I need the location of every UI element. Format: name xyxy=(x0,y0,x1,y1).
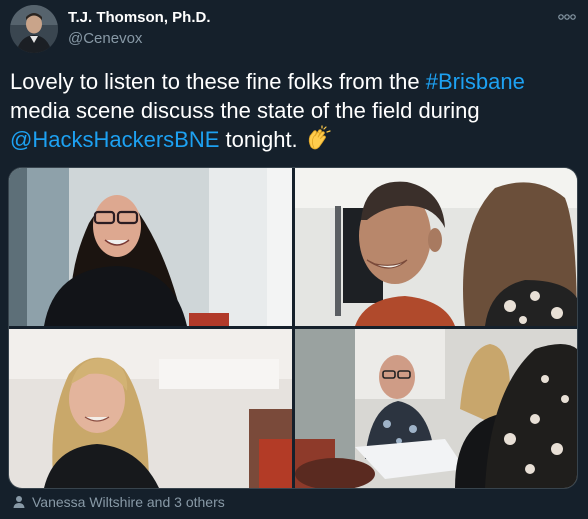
avatar[interactable] xyxy=(10,5,58,53)
clapping-hands-icon xyxy=(304,125,332,153)
photo-man-glasses-audience[interactable] xyxy=(295,329,577,488)
tweet-text-part3: tonight. xyxy=(219,127,304,152)
author-handle[interactable]: @Cenevox xyxy=(68,30,142,47)
person-icon xyxy=(12,495,26,509)
tweet-text: Lovely to listen to these fine folks fro… xyxy=(10,67,570,154)
photo-blonde-woman[interactable] xyxy=(9,329,292,488)
author-name[interactable]: T.J. Thomson, Ph.D. xyxy=(68,9,211,26)
tagged-label: Vanessa Wiltshire and 3 others xyxy=(32,494,225,510)
more-options-icon[interactable] xyxy=(555,10,579,24)
hashtag-link[interactable]: #Brisbane xyxy=(426,69,525,94)
photo-young-man-smiling[interactable] xyxy=(295,168,577,326)
mention-link[interactable]: @HacksHackersBNE xyxy=(10,127,219,152)
tweet-text-part1: Lovely to listen to these fine folks fro… xyxy=(10,69,426,94)
tweet[interactable]: T.J. Thomson, Ph.D. @Cenevox Lovely to l… xyxy=(0,0,588,519)
media-grid xyxy=(8,167,578,489)
tweet-text-part2: media scene discuss the state of the fie… xyxy=(10,98,480,123)
photo-woman-glasses[interactable] xyxy=(9,168,292,326)
tagged-people[interactable]: Vanessa Wiltshire and 3 others xyxy=(12,493,225,511)
